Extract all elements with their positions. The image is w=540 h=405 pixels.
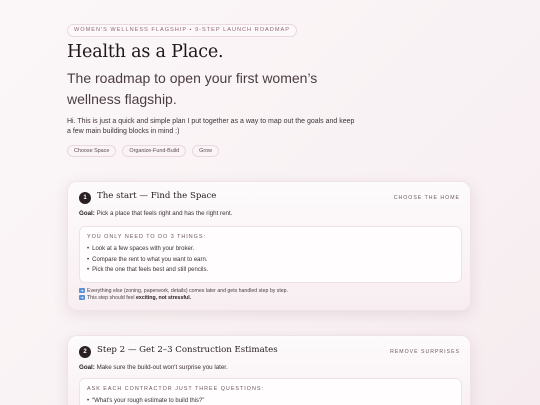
checklist-heading: YOU ONLY NEED TO DO 3 THINGS:: [87, 234, 206, 240]
chip-choose-space[interactable]: Choose Space: [67, 145, 117, 157]
step-tag: REMOVE SURPRISES: [390, 349, 460, 355]
step-card-2: 2 Step 2 — Get 2–3 Construction Estimate…: [67, 335, 471, 405]
eyebrow-badge: WOMEN'S WELLNESS FLAGSHIP • 9-STEP LAUNC…: [67, 24, 297, 37]
note-text: This step should feel: [87, 295, 135, 301]
step-title: Step 2 — Get 2–3 Construction Estimates: [97, 345, 278, 355]
intro-text: Hi. This is just a quick and simple plan…: [67, 118, 355, 135]
step-card-1: 1 The start — Find the Space CHOOSE THE …: [67, 181, 471, 311]
arrow-right-icon: ➜: [79, 295, 85, 301]
list-item: Compare the rent to what you want to ear…: [87, 255, 208, 266]
chip-row: Choose Space Organize-Fund-Build Grow: [67, 145, 220, 157]
step-checklist-box: YOU ONLY NEED TO DO 3 THINGS: Look at a …: [79, 226, 462, 283]
list-item: Pick the one that feels best and still p…: [87, 265, 208, 276]
chip-organize-fund-build[interactable]: Organize-Fund-Build: [122, 145, 187, 157]
goal-label: Goal:: [79, 364, 95, 371]
step-title: The start — Find the Space: [97, 191, 217, 201]
checklist: “What’s your rough estimate to build thi…: [87, 396, 204, 405]
step-number-badge: 2: [79, 346, 91, 358]
list-item: Look at a few spaces with your broker.: [87, 244, 208, 255]
page: WOMEN'S WELLNESS FLAGSHIP • 9-STEP LAUNC…: [0, 0, 540, 405]
step-tag: CHOOSE THE HOME: [393, 195, 460, 201]
goal-label: Goal:: [79, 210, 95, 217]
note-emphasis: exciting, not stressful.: [136, 295, 192, 301]
goal-text: Pick a place that feels right and has th…: [96, 210, 233, 217]
checklist-heading: ASK EACH CONTRACTOR JUST THREE QUESTIONS…: [87, 386, 264, 392]
step-goal: Goal: Pick a place that feels right and …: [79, 210, 232, 217]
checklist: Look at a few spaces with your broker. C…: [87, 244, 208, 276]
step-checklist-box: ASK EACH CONTRACTOR JUST THREE QUESTIONS…: [79, 378, 462, 405]
page-title: Health as a Place.: [67, 42, 224, 62]
goal-text: Make sure the build-out won't surprise y…: [96, 364, 228, 371]
step-goal: Goal: Make sure the build-out won't surp…: [79, 364, 228, 371]
step-note: ➜ This step should feel exciting, not str…: [79, 295, 191, 301]
step-note: ➜ Everything else (zoning, paperwork, det…: [79, 288, 288, 294]
list-item: “What’s your rough estimate to build thi…: [87, 396, 204, 405]
arrow-right-icon: ➜: [79, 288, 85, 294]
note-text: Everything else (zoning, paperwork, deta…: [87, 288, 288, 294]
chip-grow[interactable]: Grow: [192, 145, 220, 157]
page-subtitle: The roadmap to open your first women’s w…: [67, 70, 318, 107]
step-number-badge: 1: [79, 192, 91, 204]
